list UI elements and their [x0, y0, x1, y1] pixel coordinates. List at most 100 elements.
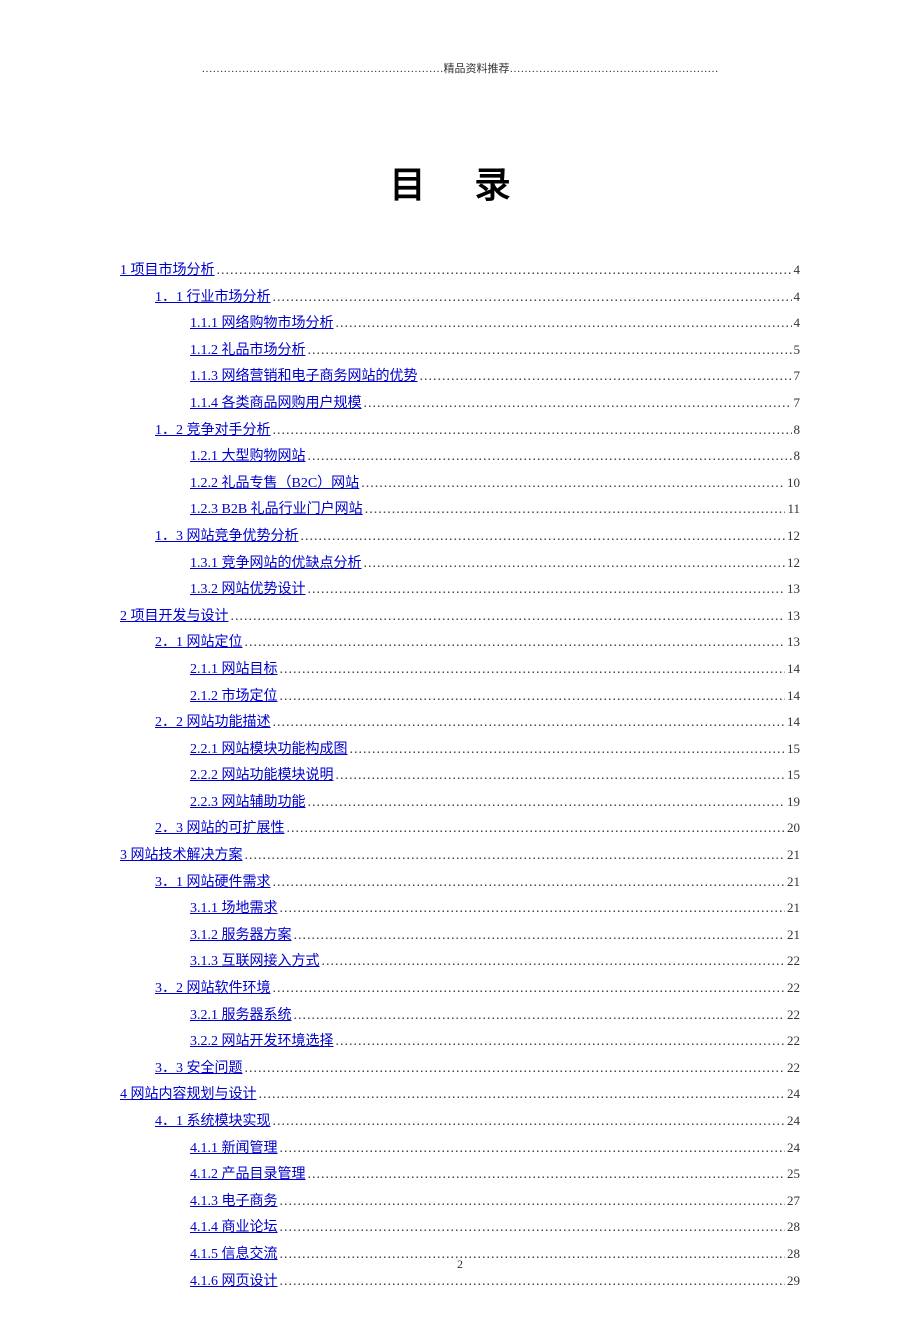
toc-entry: 2．2 网站功能描述14 [120, 710, 800, 737]
toc-leader-dots [322, 949, 786, 976]
toc-link[interactable]: 1.1.2 礼品市场分析 [190, 338, 306, 365]
toc-leader-dots [336, 311, 792, 338]
toc-link[interactable]: 1.1.3 网络营销和电子商务网站的优势 [190, 364, 418, 391]
toc-link[interactable]: 1．1 行业市场分析 [155, 285, 271, 312]
toc-link[interactable]: 4.1.3 电子商务 [190, 1189, 278, 1216]
toc-link[interactable]: 1.3.2 网站优势设计 [190, 577, 306, 604]
toc-link[interactable]: 1.1.1 网络购物市场分析 [190, 311, 334, 338]
toc-page-number: 24 [787, 1109, 800, 1134]
toc-link[interactable]: 2.2.3 网站辅助功能 [190, 790, 306, 817]
toc-page-number: 22 [787, 1056, 800, 1081]
toc-page-number: 12 [787, 551, 800, 576]
toc-leader-dots [280, 1215, 786, 1242]
toc-entry: 1 项目市场分析 4 [120, 258, 800, 285]
toc-link[interactable]: 3.1.2 服务器方案 [190, 923, 292, 950]
toc-link[interactable]: 2 项目开发与设计 [120, 604, 229, 631]
toc-page-number: 21 [787, 923, 800, 948]
toc-entry: 2．3 网站的可扩展性 20 [120, 816, 800, 843]
toc-page-number: 4 [794, 258, 801, 283]
toc-link[interactable]: 3．1 网站硬件需求 [155, 870, 271, 897]
toc-link[interactable]: 1.2.2 礼品专售（B2C）网站 [190, 471, 359, 498]
toc-link[interactable]: 2.2.1 网站模块功能构成图 [190, 737, 348, 764]
toc-link[interactable]: 3 网站技术解决方案 [120, 843, 243, 870]
toc-leader-dots [336, 763, 786, 790]
toc-link[interactable]: 1．3 网站竞争优势分析 [155, 524, 299, 551]
toc-entry: 2.2.3 网站辅助功能 19 [120, 790, 800, 817]
toc-link[interactable]: 2．3 网站的可扩展性 [155, 816, 285, 843]
toc-entry: 3 网站技术解决方案21 [120, 843, 800, 870]
toc-entry: 1.3.2 网站优势设计13 [120, 577, 800, 604]
toc-link[interactable]: 1.2.1 大型购物网站 [190, 444, 306, 471]
toc-entry: 3．1 网站硬件需求21 [120, 870, 800, 897]
toc-link[interactable]: 1 项目市场分析 [120, 258, 215, 285]
toc-link[interactable]: 1.2.3 B2B 礼品行业门户网站 [190, 497, 363, 524]
page-number: 2 [0, 1257, 920, 1272]
toc-link[interactable]: 4.1.4 商业论坛 [190, 1215, 278, 1242]
toc-link[interactable]: 3．2 网站软件环境 [155, 976, 271, 1003]
toc-page-number: 10 [787, 471, 800, 496]
toc-entry: 2.1.1 网站目标 14 [120, 657, 800, 684]
toc-leader-dots [273, 418, 792, 445]
toc-link[interactable]: 3.1.3 互联网接入方式 [190, 949, 320, 976]
toc-link[interactable]: 2.1.2 市场定位 [190, 684, 278, 711]
toc-link[interactable]: 3.2.2 网站开发环境选择 [190, 1029, 334, 1056]
toc-leader-dots [308, 338, 792, 365]
toc-leader-dots [364, 391, 792, 418]
toc-entry: 1.1.1 网络购物市场分析 4 [120, 311, 800, 338]
toc-page-number: 14 [787, 657, 800, 682]
toc-entry: 1．2 竞争对手分析 8 [120, 418, 800, 445]
toc-entry: 3.2.2 网站开发环境选择22 [120, 1029, 800, 1056]
toc-link[interactable]: 2．1 网站定位 [155, 630, 243, 657]
toc-entry: 3.1.1 场地需求 21 [120, 896, 800, 923]
toc-page-number: 19 [787, 790, 800, 815]
toc-page-number: 5 [794, 338, 801, 363]
toc-link[interactable]: 4.1.2 产品目录管理 [190, 1162, 306, 1189]
toc-link[interactable]: 2．2 网站功能描述 [155, 710, 271, 737]
toc-leader-dots [231, 604, 786, 631]
toc-entry: 1.1.2 礼品市场分析 5 [120, 338, 800, 365]
toc-link[interactable]: 4.1.6 网页设计 [190, 1269, 278, 1296]
toc-leader-dots [273, 710, 786, 737]
toc-link[interactable]: 4 网站内容规划与设计 [120, 1082, 257, 1109]
toc-leader-dots [365, 497, 786, 524]
toc-page-number: 20 [787, 816, 800, 841]
toc-entry: 4.1.3 电子商务27 [120, 1189, 800, 1216]
toc-leader-dots [294, 923, 786, 950]
toc-leader-dots [294, 1003, 786, 1030]
toc-leader-dots [273, 976, 786, 1003]
toc-leader-dots [280, 1189, 786, 1216]
toc-entry: 1．1 行业市场分析4 [120, 285, 800, 312]
page-title: 目 录 [120, 156, 800, 208]
toc-leader-dots [245, 1056, 786, 1083]
toc-entry: 3.2.1 服务器系统 22 [120, 1003, 800, 1030]
toc-entry: 4．1 系统模块实现 24 [120, 1109, 800, 1136]
toc-entry: 4.1.4 商业论坛 28 [120, 1215, 800, 1242]
toc-entry: 2 项目开发与设计 13 [120, 604, 800, 631]
toc-link[interactable]: 2.1.1 网站目标 [190, 657, 278, 684]
toc-entry: 3.1.2 服务器方案 21 [120, 923, 800, 950]
toc-leader-dots [273, 285, 792, 312]
toc-link[interactable]: 3.1.1 场地需求 [190, 896, 278, 923]
toc-link[interactable]: 1.3.1 竞争网站的优缺点分析 [190, 551, 362, 578]
toc-link[interactable]: 2.2.2 网站功能模块说明 [190, 763, 334, 790]
toc-entry: 2．1 网站定位13 [120, 630, 800, 657]
toc-entry: 4.1.2 产品目录管理25 [120, 1162, 800, 1189]
toc-leader-dots [273, 1109, 786, 1136]
toc-link[interactable]: 1．2 竞争对手分析 [155, 418, 271, 445]
toc-link[interactable]: 3.2.1 服务器系统 [190, 1003, 292, 1030]
toc-link[interactable]: 4.1.1 新闻管理 [190, 1136, 278, 1163]
toc-link[interactable]: 3．3 安全问题 [155, 1056, 243, 1083]
toc-link[interactable]: 4．1 系统模块实现 [155, 1109, 271, 1136]
toc-page-number: 22 [787, 949, 800, 974]
toc-page-number: 28 [787, 1215, 800, 1240]
toc-page-number: 11 [787, 497, 800, 522]
toc-page-number: 4 [794, 311, 801, 336]
toc-page-number: 21 [787, 896, 800, 921]
toc-link[interactable]: 1.1.4 各类商品网购用户规模 [190, 391, 362, 418]
toc-page-number: 22 [787, 1003, 800, 1028]
toc-leader-dots [301, 524, 786, 551]
toc-leader-dots [280, 1269, 786, 1296]
toc-page-number: 13 [787, 604, 800, 629]
toc-leader-dots [259, 1082, 786, 1109]
toc-page-number: 8 [794, 418, 801, 443]
